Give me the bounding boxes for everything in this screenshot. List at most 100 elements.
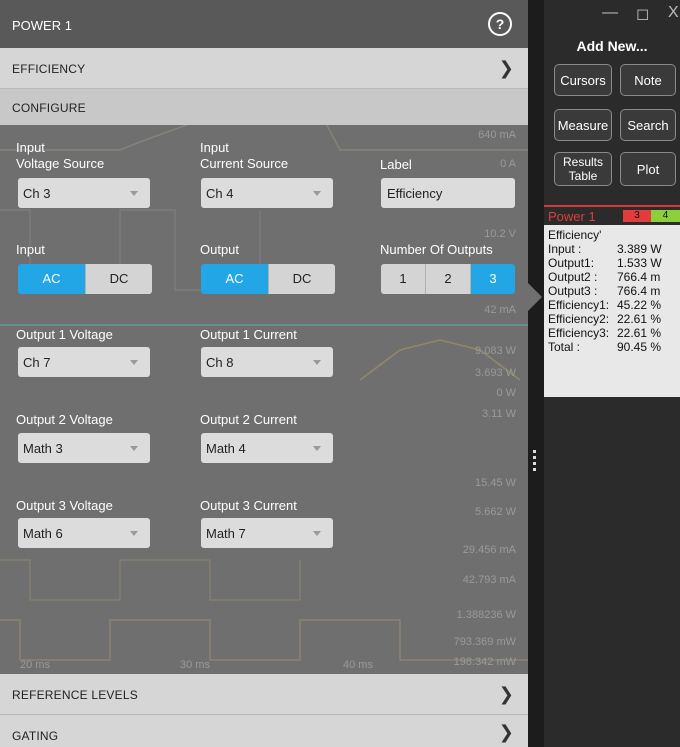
label-input[interactable]: Efficiency xyxy=(381,178,515,208)
splitter-handle[interactable] xyxy=(533,450,537,474)
readout-label: 3.693 W xyxy=(475,367,517,379)
source-chip-3: 3 xyxy=(623,210,651,222)
badge-header: Power 1 3 4 xyxy=(544,207,680,225)
output-ac-option[interactable]: AC xyxy=(201,264,268,294)
source-chips: 3 4 xyxy=(623,210,680,222)
outputs-3-option[interactable]: 3 xyxy=(470,264,515,294)
readout-label: 15.45 W xyxy=(475,477,517,489)
input-current-source-label: Input Current Source xyxy=(200,140,289,171)
output2-voltage-dropdown[interactable]: Math 3 xyxy=(18,433,150,463)
help-icon[interactable]: ? xyxy=(488,12,512,36)
restore-icon[interactable]: ◻ xyxy=(636,4,649,24)
panel-titlebar: POWER 1 ? xyxy=(0,0,528,48)
badge-row: Efficiency3: 22.61 % xyxy=(548,326,662,340)
output1-voltage-label: Output 1 Voltage xyxy=(16,327,113,342)
badge-heading: Efficiency' xyxy=(548,228,602,242)
badge-row: Input :3.389 W xyxy=(548,242,662,256)
output1-current-dropdown[interactable]: Ch 8 xyxy=(201,347,333,377)
time-tick: 30 ms xyxy=(180,659,210,671)
chevron-down-icon xyxy=(130,446,138,451)
section-configure[interactable]: CONFIGURE xyxy=(0,88,528,125)
right-sidebar: — ◻ X Add New... Cursors Note Measure Se… xyxy=(544,0,680,747)
chevron-down-icon xyxy=(130,531,138,536)
number-of-outputs-label: Number Of Outputs xyxy=(380,242,493,257)
label-field-label: Label xyxy=(380,157,412,172)
section-label: GATING xyxy=(12,729,59,743)
close-icon[interactable]: X xyxy=(668,4,679,22)
output2-current-label: Output 2 Current xyxy=(200,412,297,427)
note-button[interactable]: Note xyxy=(620,64,676,96)
panel-title: POWER 1 xyxy=(12,18,72,33)
section-reference-levels[interactable]: REFERENCE LEVELS ❯ xyxy=(0,674,528,714)
power1-results-badge[interactable]: Power 1 3 4 Efficiency' Input :3.389 W O… xyxy=(544,205,680,397)
chevron-down-icon xyxy=(130,360,138,365)
time-tick: 20 ms xyxy=(20,659,50,671)
section-label: CONFIGURE xyxy=(12,101,86,115)
output3-current-dropdown[interactable]: Math 7 xyxy=(201,518,333,548)
search-button[interactable]: Search xyxy=(620,109,676,141)
outputs-2-option[interactable]: 2 xyxy=(425,264,470,294)
panel-pointer-arrow xyxy=(528,283,542,311)
minimize-icon[interactable]: — xyxy=(602,4,618,22)
output-coupling-label: Output xyxy=(200,242,240,257)
output1-voltage-dropdown[interactable]: Ch 7 xyxy=(18,347,150,377)
cursors-button[interactable]: Cursors xyxy=(554,64,612,96)
source-chip-4: 4 xyxy=(651,210,680,222)
chevron-down-icon xyxy=(313,531,321,536)
section-label: EFFICIENCY xyxy=(12,62,86,76)
output3-current-label: Output 3 Current xyxy=(200,498,297,513)
readout-label: 42.793 mA xyxy=(463,574,517,586)
readout-label: 0 W xyxy=(496,387,516,399)
badge-row: Output2 :766.4 m xyxy=(548,270,661,284)
badge-title: Power 1 xyxy=(548,209,596,224)
input-voltage-source-label: Input Voltage Source xyxy=(16,140,105,171)
number-of-outputs-toggle: 1 2 3 xyxy=(381,264,515,294)
readout-label: 10.2 V xyxy=(484,228,516,240)
readout-label: 640 mA xyxy=(478,129,517,141)
badge-row: Total :90.45 % xyxy=(548,340,662,354)
section-label: REFERENCE LEVELS xyxy=(12,688,138,702)
add-new-heading: Add New... xyxy=(576,38,648,54)
results-table-button[interactable]: Results Table xyxy=(554,152,612,186)
badge-row: Output3 :766.4 m xyxy=(548,284,661,298)
chevron-down-icon xyxy=(313,360,321,365)
chevron-down-icon xyxy=(313,446,321,451)
time-tick: 40 ms xyxy=(343,659,373,671)
output2-current-dropdown[interactable]: Math 4 xyxy=(201,433,333,463)
output3-voltage-dropdown[interactable]: Math 6 xyxy=(18,518,150,548)
readout-label: 3.11 W xyxy=(482,408,517,420)
output-coupling-toggle: AC DC xyxy=(201,264,335,294)
output2-voltage-label: Output 2 Voltage xyxy=(16,412,113,427)
chevron-down-icon xyxy=(130,191,138,196)
output3-voltage-label: Output 3 Voltage xyxy=(16,498,113,513)
readout-label: 42 mA xyxy=(484,304,516,316)
output1-current-label: Output 1 Current xyxy=(200,327,297,342)
outputs-1-option[interactable]: 1 xyxy=(381,264,425,294)
section-gating[interactable]: GATING ❯ xyxy=(0,714,528,747)
badge-row: Efficiency2: 22.61 % xyxy=(548,312,662,326)
plot-button[interactable]: Plot xyxy=(620,152,676,186)
measure-button[interactable]: Measure xyxy=(554,109,612,141)
badge-row: Efficiency1: 45.22 % xyxy=(548,298,662,312)
output-dc-option[interactable]: DC xyxy=(268,264,335,294)
readout-label: 5.662 W xyxy=(475,506,517,518)
badge-row: Output1: 1.533 W xyxy=(548,256,662,270)
chevron-right-icon: ❯ xyxy=(498,722,514,742)
input-coupling-toggle: AC DC xyxy=(18,264,152,294)
readout-label: 9.083 W xyxy=(475,345,517,357)
readout-label: 1.388236 W xyxy=(457,609,517,621)
input-current-source-dropdown[interactable]: Ch 4 xyxy=(201,178,333,208)
badge-body: Efficiency' Input :3.389 W Output1: 1.533… xyxy=(548,228,680,354)
input-coupling-label: Input xyxy=(16,242,45,257)
section-efficiency[interactable]: EFFICIENCY ❯ xyxy=(0,48,528,88)
readout-label: 793.369 mW xyxy=(454,636,517,648)
power-config-panel: 640 mA 0 A 10.2 V 42 mA 9.083 W 3.693 W … xyxy=(0,0,528,747)
input-ac-option[interactable]: AC xyxy=(18,264,85,294)
input-dc-option[interactable]: DC xyxy=(85,264,152,294)
chevron-down-icon xyxy=(313,191,321,196)
readout-label: 0 A xyxy=(500,158,517,170)
readout-label: 198.342 mW xyxy=(454,656,517,668)
input-voltage-source-dropdown[interactable]: Ch 3 xyxy=(18,178,150,208)
chevron-right-icon: ❯ xyxy=(498,58,514,78)
chevron-right-icon: ❯ xyxy=(498,684,514,704)
